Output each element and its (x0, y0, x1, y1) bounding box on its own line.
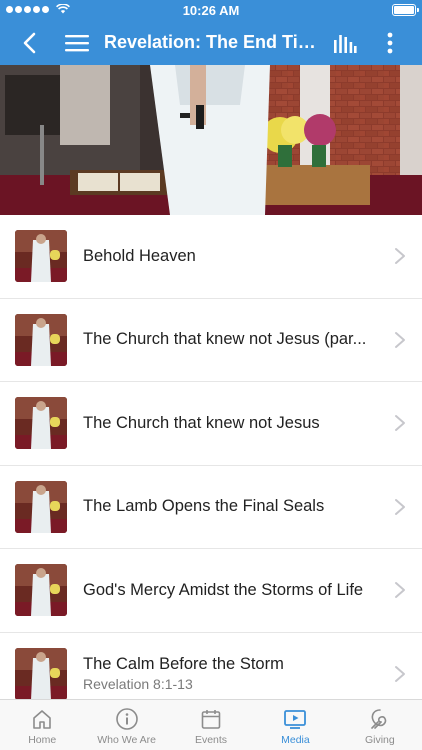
info-icon (115, 708, 138, 730)
list-item[interactable]: Behold Heaven (0, 215, 422, 299)
chevron-right-icon (395, 498, 405, 515)
audio-player-button[interactable] (330, 20, 360, 65)
sermon-scripture: Revelation 8:1-13 (83, 676, 193, 693)
equalizer-icon (334, 34, 357, 53)
sermon-thumbnail (15, 230, 67, 283)
menu-button[interactable] (62, 20, 92, 65)
chevron-right-icon (395, 665, 405, 682)
sermon-title: The Church that knew not Jesus (83, 413, 320, 432)
list-item[interactable]: The Lamb Opens the Final Seals (0, 466, 422, 549)
sermon-title: The Church that knew not Jesus (par... (83, 330, 367, 349)
battery-icon (392, 4, 419, 16)
tab-label: Giving (364, 734, 395, 746)
giving-icon (371, 709, 387, 729)
calendar-icon (201, 710, 221, 729)
status-bar: 10:26 AM (0, 0, 422, 20)
more-options-button[interactable] (376, 20, 404, 65)
sermon-title: Behold Heaven (83, 246, 196, 265)
page-title: Revelation: The End Tim... (104, 32, 318, 52)
chevron-right-icon (395, 415, 405, 432)
sermon-thumbnail (15, 647, 67, 699)
chevron-right-icon (395, 582, 405, 599)
tab-label: Home (28, 734, 57, 746)
sermon-title: The Calm Before the Storm (83, 655, 284, 674)
tab-who-we-are[interactable]: Who We Are (84, 700, 168, 750)
play-icon (284, 710, 307, 729)
tab-label: Who We Are (97, 734, 156, 746)
list-item[interactable]: God's Mercy Amidst the Storms of Life (0, 549, 422, 633)
status-time: 10:26 AM (182, 3, 240, 18)
chevron-left-icon (23, 32, 36, 53)
sermon-thumbnail (15, 564, 67, 617)
tab-bar: Home Who We Are Events Media Giving (0, 699, 422, 750)
sermon-title: The Lamb Opens the Final Seals (83, 497, 325, 516)
tab-giving[interactable]: Giving (338, 700, 422, 750)
list-item[interactable]: The Calm Before the Storm Revelation 8:1… (0, 633, 422, 699)
back-button[interactable] (14, 20, 44, 65)
chevron-right-icon (395, 248, 405, 265)
sermon-thumbnail (15, 313, 67, 366)
list-item[interactable]: The Church that knew not Jesus (par... (0, 299, 422, 382)
series-hero-image (0, 65, 422, 215)
list-item[interactable]: The Church that knew not Jesus (0, 382, 422, 466)
sermon-title: God's Mercy Amidst the Storms of Life (83, 580, 364, 599)
chevron-right-icon (395, 331, 405, 348)
hamburger-menu-icon (65, 34, 89, 51)
sermon-list: Behold Heaven The Church that knew not J… (0, 215, 422, 699)
tab-label: Media (281, 734, 310, 746)
home-icon (33, 710, 52, 729)
more-vertical-icon (387, 32, 393, 53)
app-bar: Revelation: The End Tim... (0, 20, 422, 65)
tab-label: Events (194, 734, 228, 746)
tab-home[interactable]: Home (0, 700, 84, 750)
tab-events[interactable]: Events (169, 700, 253, 750)
sermon-thumbnail (15, 480, 67, 533)
tab-media[interactable]: Media (253, 700, 337, 750)
sermon-thumbnail (15, 397, 67, 450)
